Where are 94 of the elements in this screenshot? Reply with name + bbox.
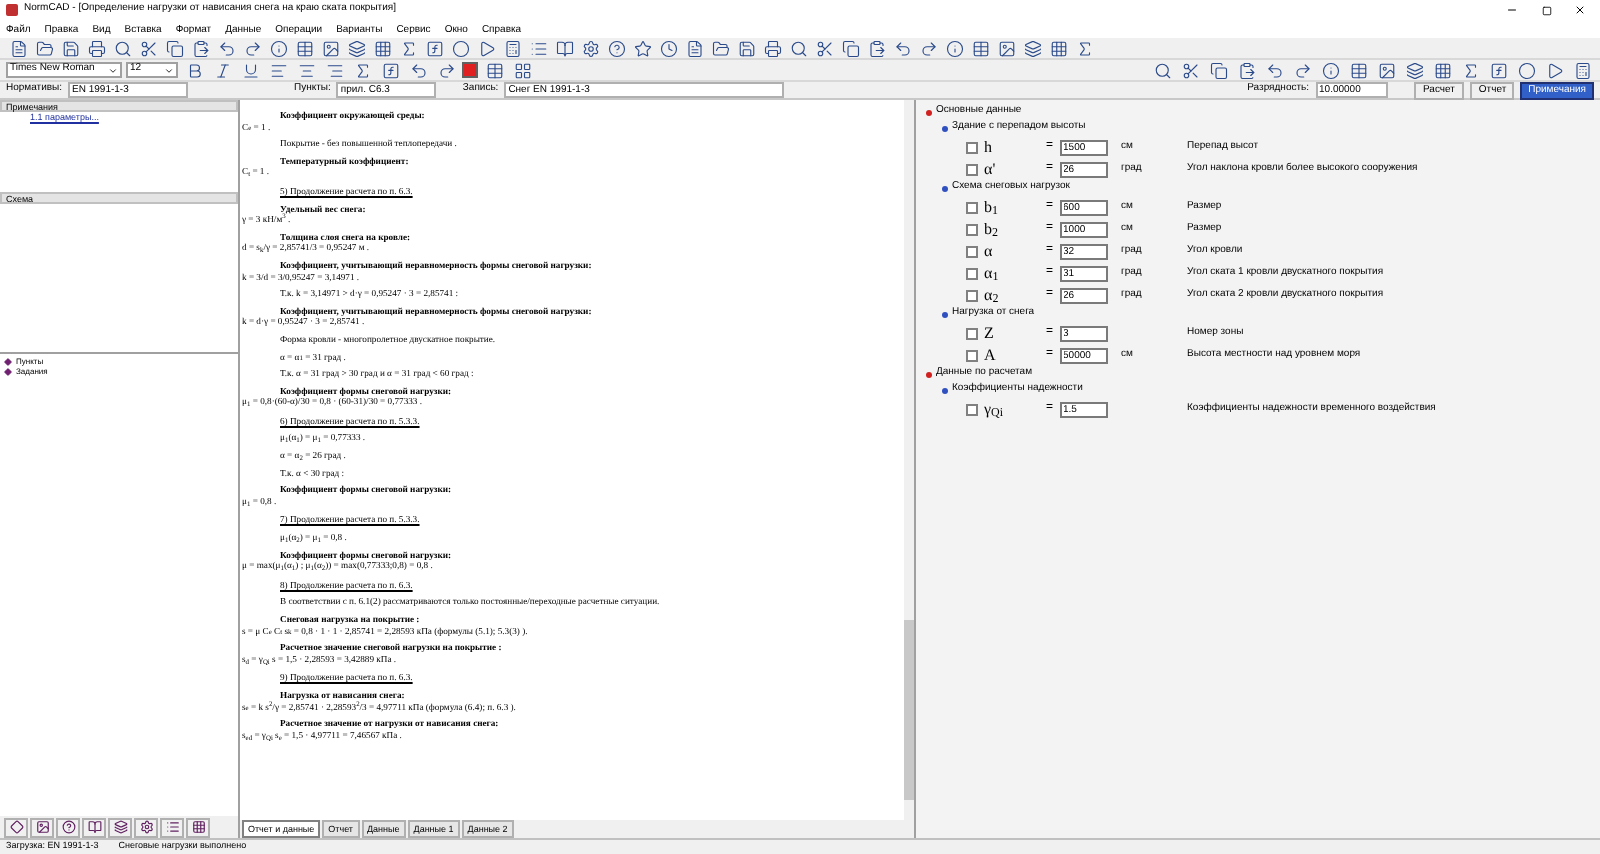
table-icon[interactable]	[1346, 58, 1370, 82]
folder-icon[interactable]	[32, 36, 56, 60]
undo-icon[interactable]	[214, 36, 238, 60]
checkbox[interactable]	[966, 245, 978, 257]
maximize-icon	[1541, 5, 1551, 15]
redo-icon[interactable]	[240, 36, 264, 60]
folder-icon[interactable]	[708, 36, 732, 60]
table-icon[interactable]	[292, 36, 316, 60]
save-icon[interactable]	[58, 36, 82, 60]
printer-icon[interactable]	[84, 36, 108, 60]
grid-icon[interactable]	[186, 817, 210, 837]
image-icon[interactable]	[1374, 58, 1398, 82]
settings-icon[interactable]	[134, 817, 158, 837]
parameter-symbol: b$_{2}$	[984, 217, 1000, 241]
checkbox[interactable]	[966, 163, 978, 175]
info-icon[interactable]	[942, 36, 966, 60]
calculator-icon[interactable]	[500, 36, 524, 60]
checkbox[interactable]	[966, 201, 978, 213]
scissors-icon[interactable]	[1178, 58, 1202, 82]
list-icon[interactable]	[160, 817, 184, 837]
parameter-symbol: Z	[984, 321, 996, 345]
settings-icon[interactable]	[578, 36, 602, 60]
circle-icon[interactable]	[1514, 58, 1538, 82]
search-icon[interactable]	[786, 36, 810, 60]
parameter-symbol: h	[984, 135, 994, 159]
grid-icon[interactable]	[370, 36, 394, 60]
diamond-icon[interactable]	[4, 817, 28, 837]
scissors-icon[interactable]	[136, 36, 160, 60]
grid-icon[interactable]	[1430, 58, 1454, 82]
checkbox[interactable]	[966, 349, 978, 361]
layers-icon[interactable]	[1020, 36, 1044, 60]
dropdown-caret-icon	[164, 65, 174, 75]
copy-icon[interactable]	[162, 36, 186, 60]
new-file-icon[interactable]	[6, 36, 30, 60]
new-file-icon[interactable]	[682, 36, 706, 60]
checkbox[interactable]	[966, 327, 978, 339]
parameter-symbol: α'	[984, 157, 998, 181]
checkbox[interactable]	[966, 403, 978, 415]
function-icon[interactable]	[422, 36, 446, 60]
checkbox[interactable]	[966, 223, 978, 235]
close-icon	[1574, 4, 1586, 16]
undo-icon[interactable]	[890, 36, 914, 60]
help-icon[interactable]	[56, 817, 80, 837]
function-icon[interactable]	[1486, 58, 1510, 82]
image-icon[interactable]	[318, 36, 342, 60]
star-icon[interactable]	[630, 36, 654, 60]
search-icon[interactable]	[110, 36, 134, 60]
grid-icon[interactable]	[1046, 36, 1070, 60]
image-icon[interactable]	[30, 817, 54, 837]
checkbox[interactable]	[966, 267, 978, 279]
info-icon[interactable]	[1318, 58, 1342, 82]
paste-icon[interactable]	[188, 36, 212, 60]
layers-icon[interactable]	[108, 817, 132, 837]
layers-icon[interactable]	[344, 36, 368, 60]
copy-icon[interactable]	[1206, 58, 1230, 82]
search-icon[interactable]	[1150, 58, 1174, 82]
app-icon	[6, 4, 18, 16]
undo-icon[interactable]	[406, 58, 430, 82]
table-icon[interactable]	[968, 36, 992, 60]
checkbox[interactable]	[966, 289, 978, 301]
parameter-symbol: α$_{2}$	[984, 283, 1001, 307]
help-icon[interactable]	[604, 36, 628, 60]
scissors-icon[interactable]	[812, 36, 836, 60]
parameter-symbol: b$_{1}$	[984, 195, 1000, 219]
parameter-symbol: A	[984, 343, 998, 367]
image-icon[interactable]	[994, 36, 1018, 60]
printer-icon[interactable]	[760, 36, 784, 60]
paste-icon[interactable]	[1234, 58, 1258, 82]
save-icon[interactable]	[734, 36, 758, 60]
paste-icon[interactable]	[864, 36, 888, 60]
color-swatch-icon[interactable]	[462, 62, 478, 78]
scrollbar-track[interactable]	[904, 100, 914, 820]
parameter-symbol: α	[984, 239, 995, 263]
info-icon[interactable]	[266, 36, 290, 60]
checkbox[interactable]	[966, 141, 978, 153]
grid-icon[interactable]	[510, 58, 534, 82]
parameter-symbol: α$_{1}$	[984, 261, 1001, 285]
undo-icon[interactable]	[1262, 58, 1286, 82]
book-icon[interactable]	[552, 36, 576, 60]
circle-icon[interactable]	[448, 36, 472, 60]
table-icon[interactable]	[482, 58, 506, 82]
redo-icon[interactable]	[916, 36, 940, 60]
calculator-icon[interactable]	[1570, 58, 1594, 82]
redo-icon[interactable]	[1290, 58, 1314, 82]
copy-icon[interactable]	[838, 36, 862, 60]
minimize-icon	[1506, 4, 1518, 16]
function-icon[interactable]	[378, 58, 402, 82]
clock-icon[interactable]	[656, 36, 680, 60]
book-icon[interactable]	[82, 817, 106, 837]
layers-icon[interactable]	[1402, 58, 1426, 82]
redo-icon[interactable]	[434, 58, 458, 82]
scrollbar-thumb[interactable]	[904, 620, 914, 800]
dropdown-caret-icon	[108, 65, 118, 75]
parameter-symbol: γ$_{Qi}$	[984, 397, 1006, 421]
